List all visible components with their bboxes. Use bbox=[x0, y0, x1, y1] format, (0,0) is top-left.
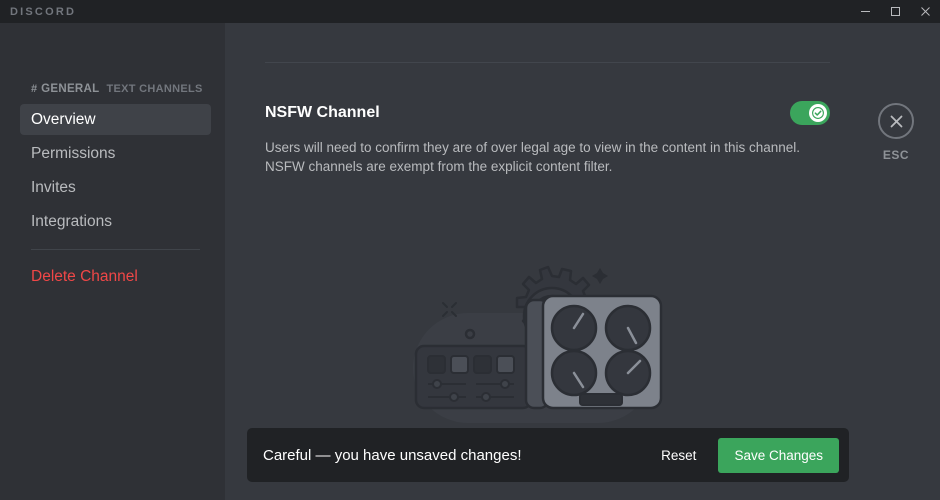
sidebar-item-label: Overview bbox=[31, 110, 96, 128]
unsaved-changes-message: Careful — you have unsaved changes! bbox=[263, 446, 522, 464]
sidebar-channel-name: GENERAL bbox=[41, 83, 100, 95]
nsfw-setting-description: Users will need to confirm they are of o… bbox=[265, 140, 801, 174]
settings-sidebar: # GENERAL TEXT CHANNELS Overview Permiss… bbox=[0, 23, 225, 500]
sidebar-item-integrations[interactable]: Integrations bbox=[20, 206, 211, 237]
settings-mixer-illustration bbox=[408, 248, 683, 428]
close-settings-button[interactable]: ESC bbox=[866, 103, 926, 162]
reset-button[interactable]: Reset bbox=[649, 440, 708, 471]
sidebar-item-label: Integrations bbox=[31, 212, 112, 230]
nsfw-toggle[interactable] bbox=[790, 101, 830, 125]
nsfw-setting-title: NSFW Channel bbox=[265, 104, 380, 121]
sidebar-item-invites[interactable]: Invites bbox=[20, 172, 211, 203]
esc-label: ESC bbox=[882, 148, 910, 162]
settings-main-panel: NSFW Channel Users will need to confirm … bbox=[225, 23, 940, 500]
save-changes-button[interactable]: Save Changes bbox=[718, 437, 839, 473]
unsaved-changes-bar: Careful — you have unsaved changes! Rese… bbox=[247, 428, 849, 482]
sidebar-header: # GENERAL TEXT CHANNELS bbox=[31, 83, 203, 95]
close-icon[interactable] bbox=[910, 0, 940, 23]
nsfw-setting-header: NSFW Channel bbox=[265, 101, 830, 125]
sidebar-item-overview[interactable]: Overview bbox=[20, 104, 211, 135]
maximize-icon[interactable] bbox=[880, 0, 910, 23]
sidebar-divider bbox=[31, 249, 200, 250]
check-icon bbox=[812, 107, 824, 119]
discord-wordmark: DISCORD bbox=[10, 5, 77, 18]
close-x-icon bbox=[878, 103, 914, 139]
sidebar-item-delete-channel[interactable]: Delete Channel bbox=[20, 261, 211, 292]
sidebar-nav: Overview Permissions Invites Integration… bbox=[20, 104, 211, 295]
section-divider bbox=[265, 62, 830, 63]
discord-window: DISCORD # GENERAL TEXT CHANNELS Overview bbox=[0, 0, 940, 500]
sidebar-item-label: Delete Channel bbox=[31, 267, 138, 285]
sidebar-item-label: Permissions bbox=[31, 144, 116, 162]
window-titlebar: DISCORD bbox=[0, 0, 940, 23]
nsfw-setting-row: NSFW Channel Users will need to confirm … bbox=[265, 101, 830, 176]
minimize-icon[interactable] bbox=[850, 0, 880, 23]
sidebar-category-label: TEXT CHANNELS bbox=[106, 83, 203, 95]
sidebar-item-label: Invites bbox=[31, 178, 76, 196]
window-controls bbox=[850, 0, 940, 23]
toggle-knob bbox=[809, 104, 827, 122]
hash-icon: # bbox=[31, 83, 38, 95]
sidebar-item-permissions[interactable]: Permissions bbox=[20, 138, 211, 169]
